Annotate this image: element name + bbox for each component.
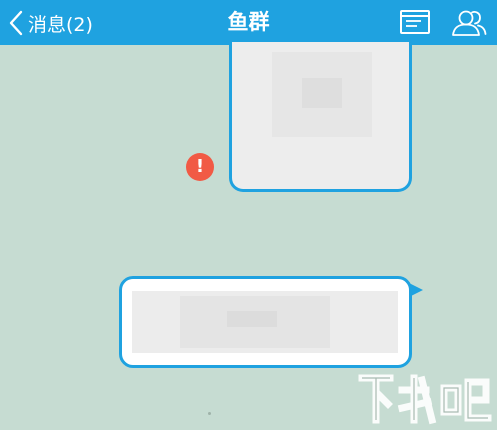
card-message-bubble[interactable] bbox=[119, 276, 412, 368]
group-members-icon bbox=[452, 10, 487, 36]
send-failed-icon[interactable]: ! bbox=[186, 153, 214, 181]
group-info-button[interactable] bbox=[399, 8, 431, 40]
decorative-dot bbox=[208, 412, 211, 415]
image-thumbnail-detail bbox=[302, 78, 342, 108]
site-watermark-logo bbox=[358, 374, 492, 425]
card-content bbox=[132, 291, 398, 353]
image-message-bubble[interactable] bbox=[229, 42, 412, 192]
group-members-button[interactable] bbox=[450, 8, 488, 42]
top-navigation-bar: 消息(2) 鱼群 bbox=[0, 0, 497, 45]
card-content-detail bbox=[227, 311, 277, 327]
document-list-icon bbox=[400, 10, 430, 34]
bubble-tail bbox=[409, 283, 423, 297]
